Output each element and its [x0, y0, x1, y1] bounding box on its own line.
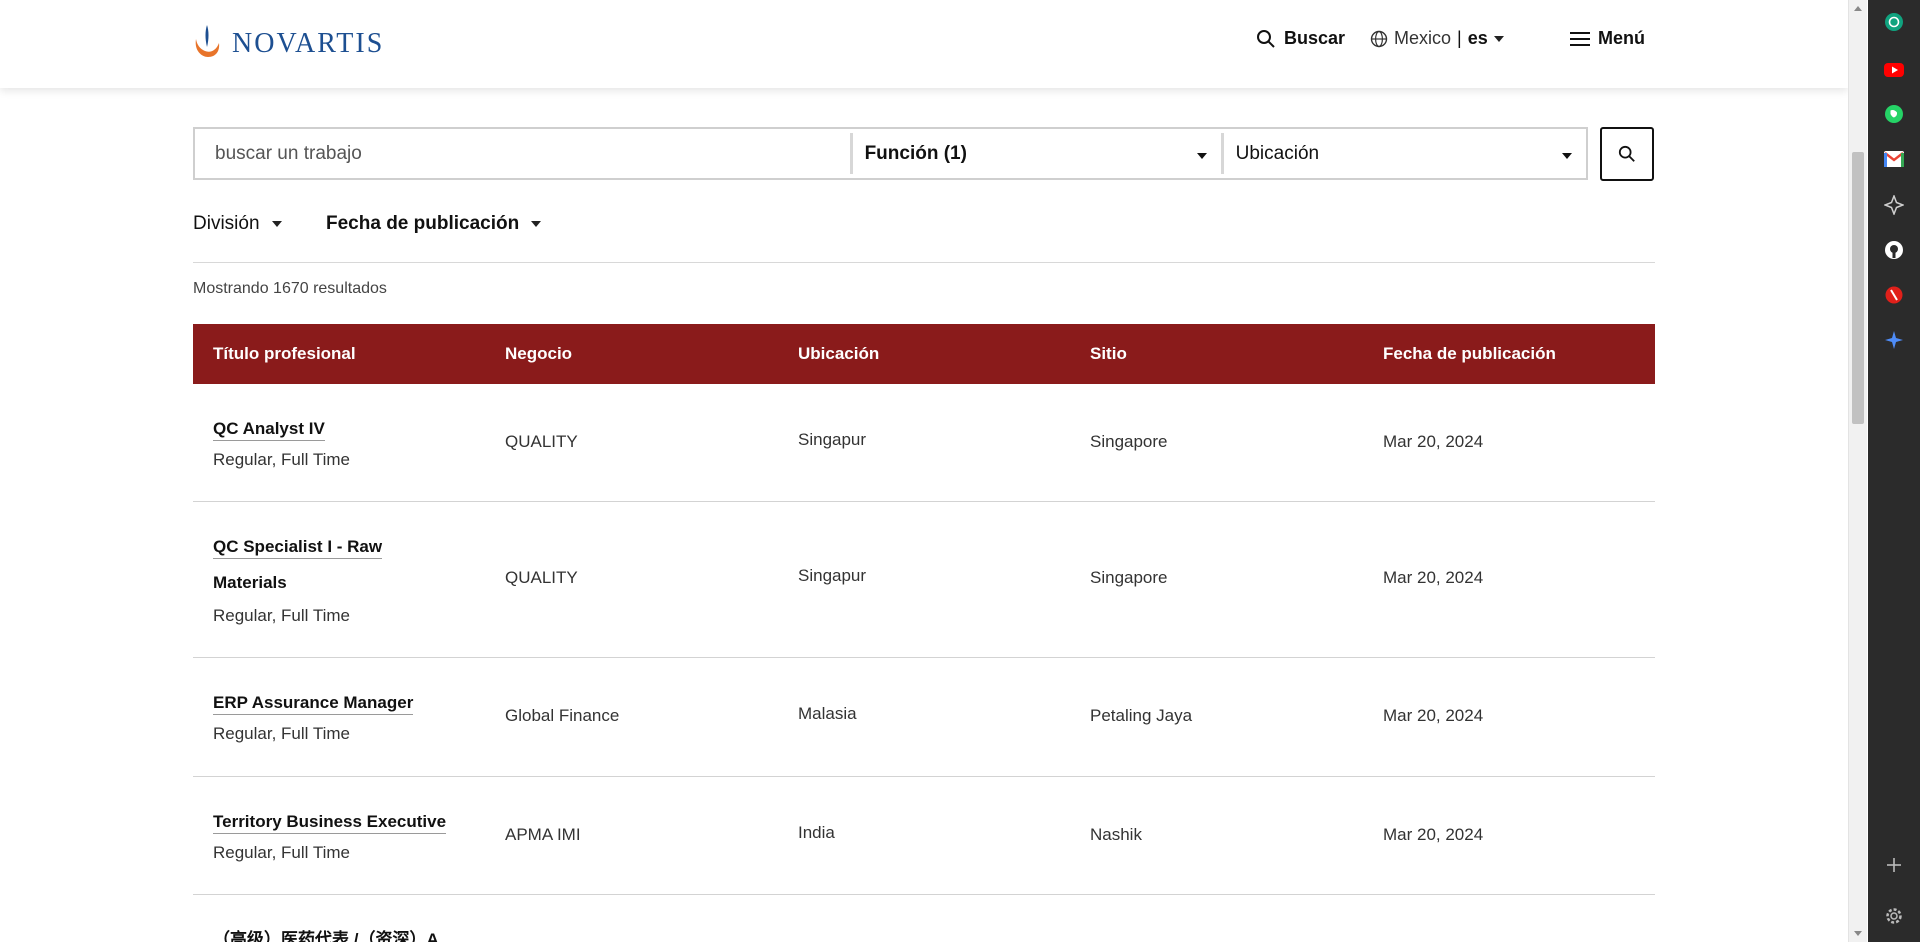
- search-icon: [1257, 29, 1275, 48]
- job-business: QUALITY: [505, 432, 578, 451]
- header-search-button[interactable]: Buscar: [1256, 28, 1345, 49]
- job-title-line: （高级）医药代表 /（资深）A: [213, 930, 439, 942]
- location-dropdown-label: Ubicación: [1235, 142, 1320, 164]
- job-title-link[interactable]: （高级）医药代表 /（资深）A: [213, 922, 473, 942]
- novartis-flame-icon: [195, 25, 220, 57]
- locale-separator: |: [1457, 28, 1462, 48]
- division-filter[interactable]: División: [193, 213, 282, 235]
- division-filter-label: División: [193, 213, 260, 234]
- plus-icon[interactable]: [1883, 854, 1905, 876]
- job-type: Regular, Full Time: [213, 606, 350, 625]
- locale-country: Mexico: [1394, 28, 1452, 48]
- novartis-logo[interactable]: NOVARTIS: [192, 22, 384, 60]
- job-location: Malasia: [798, 704, 857, 723]
- job-location: Singapur: [798, 566, 867, 585]
- date-filter-label: Fecha de publicación: [326, 213, 520, 234]
- chevron-down-icon: [1493, 35, 1504, 42]
- column-header-site[interactable]: Sitio: [1090, 344, 1127, 364]
- whatsapp-icon[interactable]: [1883, 103, 1905, 125]
- chevron-down-icon: [1196, 153, 1207, 159]
- job-title-line: QC Analyst IV: [213, 419, 325, 441]
- column-header-business[interactable]: Negocio: [505, 344, 572, 364]
- job-business: Global Finance: [505, 706, 620, 725]
- table-row: Territory Business Executive Regular, Fu…: [193, 777, 1655, 895]
- locale-language: es: [1467, 28, 1488, 48]
- column-header-location[interactable]: Ubicación: [798, 344, 879, 364]
- results-count: Mostrando 1670 resultados: [193, 280, 387, 297]
- menu-label: Menú: [1598, 28, 1645, 48]
- job-location: India: [798, 823, 835, 842]
- search-submit-button[interactable]: [1600, 127, 1654, 181]
- chevron-down-icon: [1562, 153, 1572, 159]
- job-date: Mar 20, 2024: [1383, 706, 1484, 725]
- page-scrollbar[interactable]: [1848, 0, 1867, 942]
- header-search-label: Buscar: [1284, 28, 1346, 48]
- page: NOVARTIS Buscar Mexico | es Menú buscar …: [0, 0, 1848, 942]
- job-business: APMA IMI: [505, 825, 581, 844]
- job-title-line: Materials: [213, 573, 287, 592]
- youtube-icon[interactable]: [1883, 59, 1905, 81]
- site-header: NOVARTIS Buscar Mexico | es Menú: [0, 0, 1848, 88]
- logo-text: NOVARTIS: [232, 28, 385, 59]
- menu-button[interactable]: Menú: [1570, 28, 1645, 49]
- job-title-line: ERP Assurance Manager: [213, 693, 414, 715]
- sparkle-icon[interactable]: [1883, 194, 1905, 216]
- table-row: ERP Assurance Manager Regular, Full Time…: [193, 658, 1655, 777]
- function-dropdown-label: Función (1): [864, 142, 967, 164]
- location-dropdown[interactable]: Ubicación: [1224, 129, 1586, 178]
- job-site: Singapore: [1090, 568, 1168, 587]
- job-business: QUALITY: [505, 568, 578, 587]
- hamburger-icon: [1570, 31, 1590, 46]
- job-title-link[interactable]: QC Analyst IV: [213, 411, 473, 447]
- job-type: Regular, Full Time: [213, 843, 350, 862]
- job-date: Mar 20, 2024: [1383, 432, 1484, 451]
- job-location: Singapur: [798, 430, 867, 449]
- shield-icon[interactable]: [1883, 284, 1905, 306]
- job-site: Singapore: [1090, 432, 1168, 451]
- job-type: Regular, Full Time: [213, 724, 350, 743]
- scrollbar-thumb[interactable]: [1852, 152, 1864, 424]
- job-title-line: QC Specialist I - Raw: [213, 537, 383, 559]
- date-filter[interactable]: Fecha de publicación: [326, 213, 542, 235]
- table-header: Título profesional Negocio Ubicación Sit…: [193, 324, 1655, 384]
- search-icon: [1618, 145, 1635, 162]
- star-icon[interactable]: [1883, 329, 1905, 351]
- function-dropdown[interactable]: Función (1): [853, 129, 1221, 178]
- job-title-line: Territory Business Executive: [213, 812, 447, 834]
- browser-sidebar: [1868, 0, 1920, 942]
- scroll-down-arrow-icon[interactable]: [1854, 931, 1862, 936]
- github-icon[interactable]: [1883, 239, 1905, 261]
- column-header-date[interactable]: Fecha de publicación: [1383, 344, 1556, 364]
- job-title-link[interactable]: Territory Business Executive: [213, 804, 473, 840]
- job-site: Petaling Jaya: [1090, 706, 1193, 725]
- locale-selector[interactable]: Mexico | es: [1370, 28, 1504, 49]
- job-title-link[interactable]: ERP Assurance Manager: [213, 685, 473, 721]
- job-date: Mar 20, 2024: [1383, 825, 1484, 844]
- job-title-link[interactable]: QC Specialist I - Raw Materials: [213, 529, 473, 601]
- gear-icon[interactable]: [1883, 905, 1905, 927]
- job-type: Regular, Full Time: [213, 450, 350, 469]
- table-row: QC Specialist I - Raw Materials Regular,…: [193, 502, 1655, 658]
- table-row: （高级）医药代表 /（资深）A: [193, 895, 1655, 942]
- chevron-down-icon: [531, 221, 542, 227]
- gmail-icon[interactable]: [1883, 148, 1905, 170]
- job-search-input[interactable]: [195, 129, 850, 178]
- column-header-title[interactable]: Título profesional: [213, 344, 356, 364]
- chatgpt-icon[interactable]: [1883, 11, 1905, 33]
- job-site: Nashik: [1090, 825, 1142, 844]
- scroll-up-arrow-icon[interactable]: [1854, 6, 1862, 11]
- chevron-down-icon: [271, 221, 282, 227]
- job-search-bar: Función (1) Ubicación: [193, 127, 1588, 180]
- table-row: QC Analyst IV Regular, Full Time QUALITY…: [193, 384, 1655, 502]
- job-date: Mar 20, 2024: [1383, 568, 1484, 587]
- filter-divider: [193, 262, 1655, 263]
- globe-icon: [1370, 30, 1388, 47]
